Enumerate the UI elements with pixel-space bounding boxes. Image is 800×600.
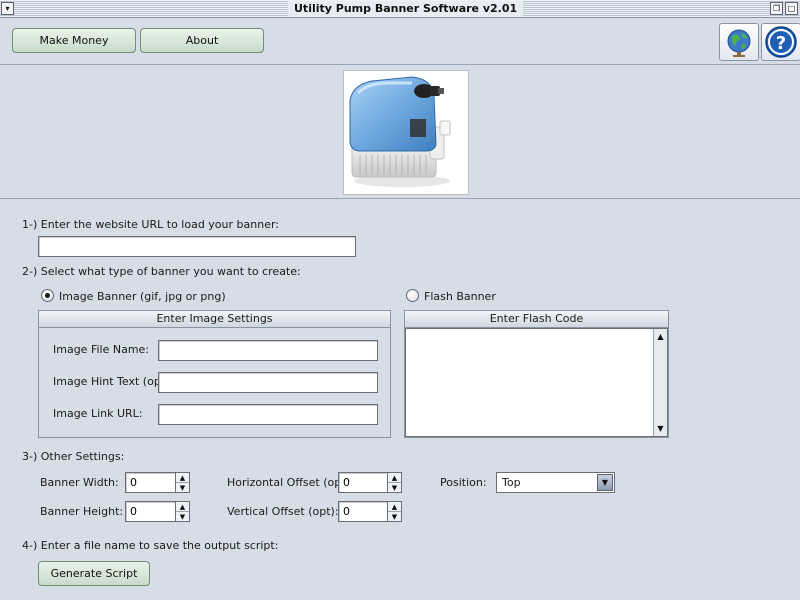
flash-banner-label: Flash Banner: [424, 290, 496, 303]
flash-code-textarea[interactable]: ▲ ▼: [405, 328, 668, 437]
banner-height-input[interactable]: [125, 501, 176, 522]
window-menu-button[interactable]: ▾: [1, 2, 14, 15]
step3-label: 3-) Other Settings:: [22, 450, 125, 463]
maximize-icon: □: [787, 4, 796, 13]
image-settings-header: Enter Image Settings: [39, 311, 390, 328]
image-banner-label: Image Banner (gif, jpg or png): [59, 290, 226, 303]
scroll-up-icon[interactable]: ▲: [654, 330, 667, 343]
image-banner-radio[interactable]: [41, 289, 54, 302]
horizontal-offset-label: Horizontal Offset (opt):: [227, 476, 354, 489]
vertical-offset-stepper[interactable]: ▲ ▼: [388, 501, 402, 522]
banner-image-frame: [343, 70, 469, 195]
chevron-down-icon[interactable]: ▼: [597, 474, 613, 491]
maximize-button[interactable]: □: [785, 2, 798, 15]
banner-width-input[interactable]: [125, 472, 176, 493]
position-select[interactable]: Top ▼: [496, 472, 615, 493]
utility-pump-image: [349, 76, 451, 187]
flash-code-header: Enter Flash Code: [405, 311, 668, 328]
banner-preview-area: [0, 65, 800, 199]
position-selected-value: Top: [502, 476, 521, 489]
help-button[interactable]: ?: [761, 23, 800, 61]
globe-icon: [727, 29, 751, 57]
step2-label: 2-) Select what type of banner you want …: [22, 265, 301, 278]
website-url-input[interactable]: [38, 236, 356, 257]
window-title: Utility Pump Banner Software v2.01: [288, 1, 524, 16]
vertical-offset-input[interactable]: [338, 501, 388, 522]
image-hint-label: Image Hint Text (opt):: [53, 375, 174, 388]
horizontal-offset-stepper[interactable]: ▲ ▼: [388, 472, 402, 493]
step4-label: 4-) Enter a file name to save the output…: [22, 539, 279, 552]
about-button[interactable]: About: [140, 28, 264, 53]
restore-icon: ❐: [772, 4, 781, 13]
flash-code-scrollbar[interactable]: ▲ ▼: [653, 329, 667, 436]
window-menu-icon: ▾: [5, 4, 10, 13]
position-label: Position:: [440, 476, 487, 489]
banner-width-stepper[interactable]: ▲ ▼: [176, 472, 190, 493]
image-link-input[interactable]: [158, 404, 378, 425]
image-hint-input[interactable]: [158, 372, 378, 393]
generate-script-button[interactable]: Generate Script: [38, 561, 150, 586]
image-file-name-input[interactable]: [158, 340, 378, 361]
flash-banner-radio[interactable]: [406, 289, 419, 302]
image-file-name-label: Image File Name:: [53, 343, 150, 356]
svg-text:?: ?: [776, 33, 786, 54]
help-icon: ?: [765, 26, 797, 58]
step1-label: 1-) Enter the website URL to load your b…: [22, 218, 280, 231]
vertical-offset-label: Vertical Offset (opt):: [227, 505, 339, 518]
banner-height-stepper[interactable]: ▲ ▼: [176, 501, 190, 522]
banner-width-label: Banner Width:: [40, 476, 119, 489]
horizontal-offset-input[interactable]: [338, 472, 388, 493]
scroll-down-icon[interactable]: ▼: [654, 422, 667, 435]
banner-height-label: Banner Height:: [40, 505, 124, 518]
title-bar: ▾ Utility Pump Banner Software v2.01 ❐ □: [0, 0, 800, 18]
restore-button[interactable]: ❐: [770, 2, 783, 15]
globe-button[interactable]: [719, 23, 759, 61]
make-money-button[interactable]: Make Money: [12, 28, 136, 53]
image-link-label: Image Link URL:: [53, 407, 143, 420]
